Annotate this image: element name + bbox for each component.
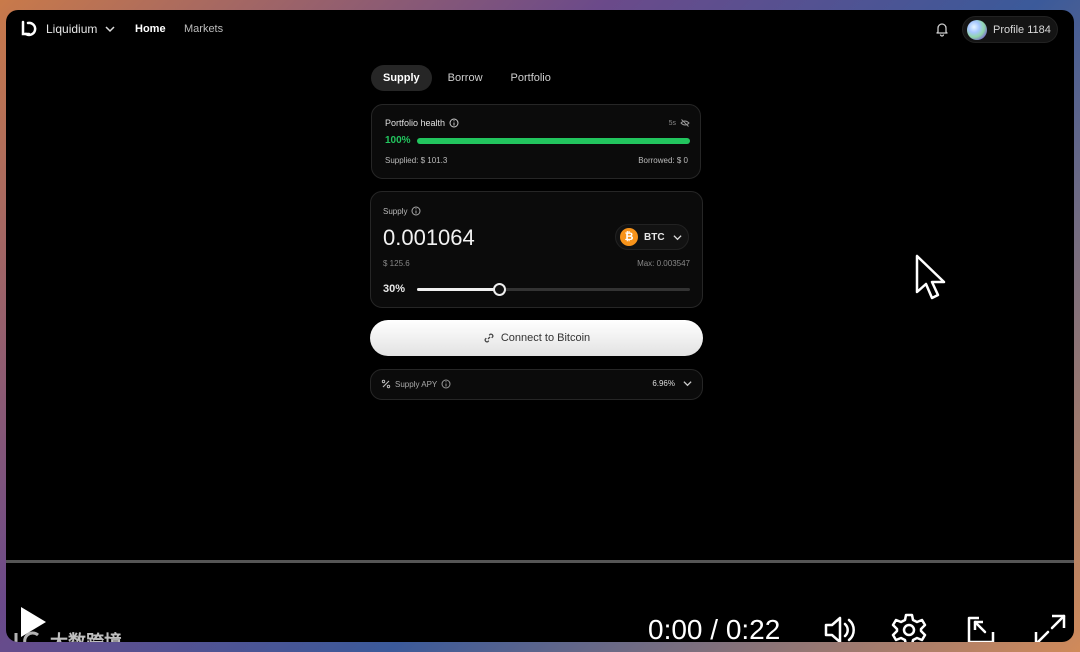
watermark-text: 大数跨境	[50, 632, 122, 642]
supply-slider-fill	[417, 288, 499, 291]
settings-gear-icon[interactable]	[889, 610, 929, 642]
supply-max-value[interactable]: Max: 0.003547	[637, 259, 690, 268]
watermark-logo-icon	[14, 631, 39, 642]
link-icon	[484, 333, 494, 343]
exit-popout-icon[interactable]	[961, 610, 1001, 642]
info-icon[interactable]	[449, 118, 459, 128]
supply-card: Supply 0.001064 ₿ BTC $ 125.6 Max: 0.003…	[370, 191, 703, 308]
tab-portfolio[interactable]: Portfolio	[499, 65, 563, 91]
refresh-interval-label: 5s	[668, 119, 676, 127]
supply-apy-row[interactable]: Supply APY 6.96%	[370, 369, 703, 400]
mouse-cursor-icon	[915, 254, 946, 300]
video-frame: Liquidium Home Markets Profile 1184 Supp…	[6, 10, 1074, 642]
borrowed-value: Borrowed: $ 0	[638, 156, 688, 165]
percent-icon	[381, 379, 391, 389]
nav-markets[interactable]: Markets	[184, 23, 223, 35]
notification-bell-icon[interactable]	[934, 21, 950, 37]
avatar	[967, 19, 987, 40]
refresh-interval: 5s	[669, 118, 690, 128]
supply-slider[interactable]	[417, 283, 690, 296]
nav-home[interactable]: Home	[135, 23, 166, 35]
supplied-value: Supplied: $ 101.3	[385, 156, 448, 165]
connect-button-label: Connect to Bitcoin	[500, 332, 591, 344]
portfolio-health-card: Portfolio health 5s 100% Supplied: $ 101…	[371, 104, 701, 179]
tab-borrow[interactable]: Borrow	[436, 65, 495, 91]
token-symbol: BTC	[644, 231, 665, 243]
supply-apy-label-group: Supply APY	[381, 379, 451, 389]
chevron-down-icon	[683, 381, 692, 387]
health-percent: 100%	[385, 135, 411, 146]
bitcoin-icon: ₿	[620, 228, 638, 246]
fullscreen-icon[interactable]	[1030, 610, 1070, 642]
supply-label: Supply	[383, 206, 408, 216]
chevron-down-icon	[105, 26, 115, 33]
info-icon[interactable]	[441, 379, 451, 389]
supply-apy-label: Supply APY	[395, 379, 438, 389]
supply-amount-input[interactable]: 0.001064	[383, 225, 475, 251]
supply-slider-handle[interactable]	[492, 283, 506, 296]
portfolio-health-label: Portfolio health	[385, 118, 446, 128]
token-select[interactable]: ₿ BTC	[615, 224, 689, 250]
health-bar	[417, 138, 690, 144]
slider-percent-label: 30%	[383, 283, 406, 295]
eye-off-icon[interactable]	[680, 118, 690, 128]
liquidium-logo-icon	[21, 20, 37, 37]
profile-button[interactable]: Profile 1184	[962, 16, 1058, 43]
brand-menu[interactable]: Liquidium	[20, 20, 115, 38]
connect-to-bitcoin-button[interactable]: Connect to Bitcoin	[370, 320, 703, 356]
profile-label: Profile 1184	[993, 23, 1051, 36]
portfolio-health-title: Portfolio health	[385, 118, 459, 128]
top-navigation: Liquidium Home Markets Profile 1184	[6, 10, 1074, 50]
tab-bar: Supply Borrow Portfolio	[371, 65, 563, 91]
brand-name: Liquidium	[46, 22, 98, 36]
supply-usd-value: $ 125.6	[383, 259, 410, 268]
supply-label-row: Supply	[383, 206, 421, 216]
health-bar-fill	[417, 138, 690, 144]
info-icon[interactable]	[411, 206, 421, 216]
supply-apy-value-group: 6.96%	[652, 379, 692, 388]
video-progress-bar[interactable]	[6, 560, 1074, 563]
video-timecode: 0:00 / 0:22	[648, 614, 781, 642]
watermark: 大数跨境	[12, 628, 122, 642]
supply-apy-value: 6.96%	[652, 379, 675, 388]
chevron-down-icon	[672, 234, 682, 240]
volume-icon[interactable]	[820, 610, 860, 642]
tab-supply[interactable]: Supply	[371, 65, 432, 91]
